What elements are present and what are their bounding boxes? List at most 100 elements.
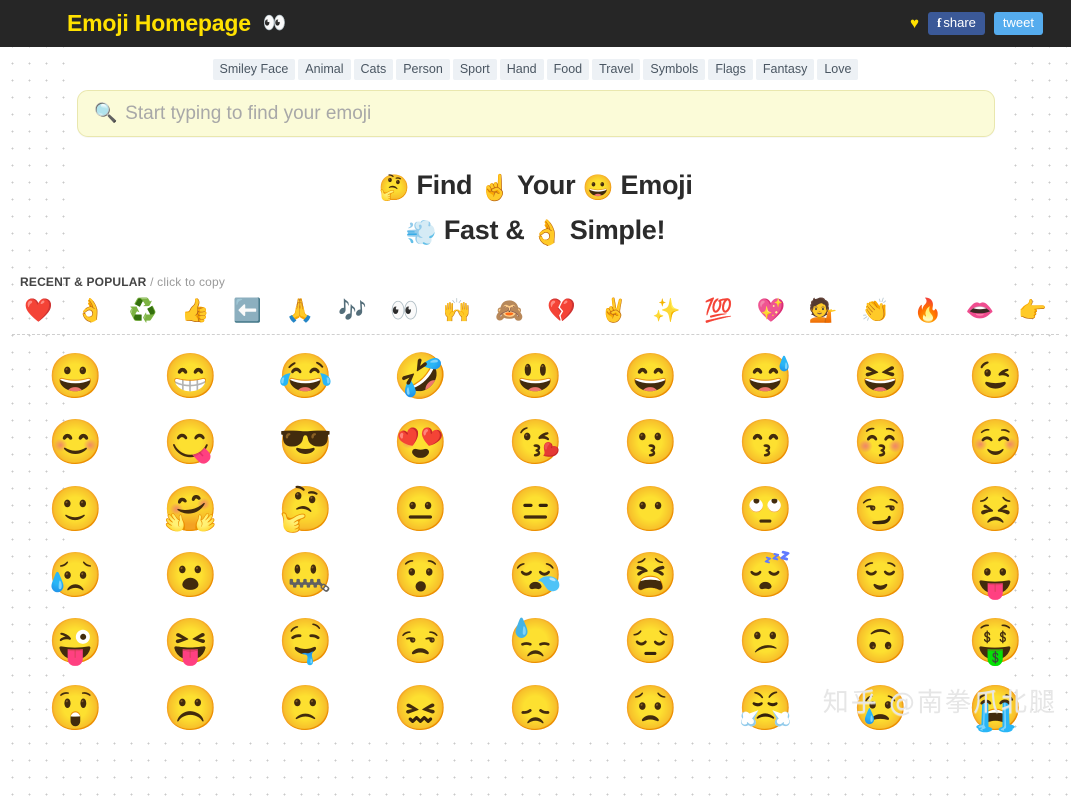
nav-item-animal[interactable]: Animal	[298, 59, 351, 80]
emoji-grid: 😀 😁 😂 🤣 😃 😄 😅 😆 😉 😊 😋 😎 😍 😘 😗 😙 😚 ☺️ 🙂 🤗…	[10, 335, 1061, 737]
emoji-cell[interactable]: 😲	[48, 681, 103, 737]
emoji-cell[interactable]: 😍	[393, 415, 448, 471]
emoji-cell[interactable]: 😪	[508, 548, 563, 604]
emoji-cell[interactable]: 😂	[278, 349, 333, 405]
emoji-cell[interactable]: ☹️	[163, 681, 218, 737]
emoji-cell[interactable]: 🤣	[393, 349, 448, 405]
emoji-cell[interactable]: 😓	[508, 614, 563, 670]
headline-word-find: Find	[416, 170, 473, 200]
emoji-cell[interactable]: 😥	[48, 548, 103, 604]
emoji-cell[interactable]: 😒	[393, 614, 448, 670]
recent-emoji-fire[interactable]: 🔥	[914, 295, 943, 326]
emoji-cell[interactable]: 😯	[393, 548, 448, 604]
recent-emoji-heart[interactable]: ❤️	[24, 295, 53, 326]
recent-emoji-victory-hand[interactable]: ✌️	[600, 295, 629, 326]
search-input[interactable]	[125, 102, 978, 125]
emoji-cell[interactable]: 😑	[508, 482, 563, 538]
emoji-cell[interactable]: 😀	[48, 349, 103, 405]
emoji-cell[interactable]: 🙁	[278, 681, 333, 737]
emoji-cell[interactable]: 😃	[508, 349, 563, 405]
ok-hand-icon: 👌	[531, 218, 563, 247]
emoji-cell[interactable]: 🤐	[278, 548, 333, 604]
recent-emoji-hundred-points[interactable]: 💯	[704, 295, 733, 326]
emoji-cell[interactable]: 😕	[738, 614, 793, 670]
nav-item-sport[interactable]: Sport	[452, 59, 497, 80]
emoji-cell[interactable]: 🙃	[853, 614, 908, 670]
nav-item-hand[interactable]: Hand	[499, 59, 544, 80]
nav-item-cats[interactable]: Cats	[353, 59, 394, 80]
nav-item-love[interactable]: Love	[817, 59, 859, 80]
emoji-cell[interactable]: 😭	[968, 681, 1023, 737]
recent-emoji-sparkles[interactable]: ✨	[652, 295, 681, 326]
headline-line-1: 🤔 Find ☝ Your 😀 Emoji	[10, 164, 1061, 209]
recent-emoji-broken-heart[interactable]: 💔	[547, 295, 576, 326]
recent-emoji-left-arrow[interactable]: ⬅️	[233, 295, 262, 326]
recent-emoji-musical-notes[interactable]: 🎶	[338, 295, 367, 326]
emoji-cell[interactable]: 🤔	[278, 482, 333, 538]
recent-emoji-folded-hands[interactable]: 🙏	[286, 295, 315, 326]
emoji-cell[interactable]: 😚	[853, 415, 908, 471]
emoji-cell[interactable]: 😅	[738, 349, 793, 405]
search-box[interactable]: 🔎	[76, 90, 995, 137]
nav-item-fantasy[interactable]: Fantasy	[755, 59, 815, 80]
recent-emoji-eyes[interactable]: 👀	[390, 295, 419, 326]
emoji-cell[interactable]: 😛	[968, 548, 1023, 604]
nav-item-food[interactable]: Food	[546, 59, 590, 80]
emoji-cell[interactable]: 😝	[163, 614, 218, 670]
emoji-cell[interactable]: 😎	[278, 415, 333, 471]
emoji-cell[interactable]: 😋	[163, 415, 218, 471]
emoji-cell[interactable]: 😊	[48, 415, 103, 471]
emoji-cell[interactable]: 😖	[393, 681, 448, 737]
category-nav: Smiley Face Animal Cats Person Sport Han…	[10, 47, 1061, 90]
recent-emoji-sparkling-heart[interactable]: 💖	[757, 295, 786, 326]
recent-emoji-pointing-right[interactable]: 👉	[1018, 295, 1047, 326]
emoji-cell[interactable]: 😟	[623, 681, 678, 737]
nav-item-person[interactable]: Person	[396, 59, 450, 80]
emoji-cell[interactable]: 😌	[853, 548, 908, 604]
emoji-cell[interactable]: 🙂	[48, 482, 103, 538]
emoji-cell[interactable]: 😮	[163, 548, 218, 604]
recent-emoji-raising-hands[interactable]: 🙌	[443, 295, 472, 326]
emoji-cell[interactable]: 🙄	[738, 482, 793, 538]
emoji-cell[interactable]: 😄	[623, 349, 678, 405]
emoji-cell[interactable]: 😶	[623, 482, 678, 538]
emoji-cell[interactable]: 😘	[508, 415, 563, 471]
recent-emoji-mouth[interactable]: 👄	[966, 295, 995, 326]
emoji-cell[interactable]: 😴	[738, 548, 793, 604]
point-up-icon: ☝	[479, 174, 511, 202]
recent-popular-hint: / click to copy	[150, 275, 226, 289]
recent-emoji-thumbs-up[interactable]: 👍	[181, 295, 210, 326]
emoji-cell[interactable]: 😐	[393, 482, 448, 538]
nav-item-symbols[interactable]: Symbols	[643, 59, 706, 80]
emoji-cell[interactable]: 😉	[968, 349, 1023, 405]
emoji-cell[interactable]: ☺️	[968, 415, 1023, 471]
emoji-cell[interactable]: 😢	[853, 681, 908, 737]
emoji-cell[interactable]: 😏	[853, 482, 908, 538]
emoji-cell[interactable]: 😙	[738, 415, 793, 471]
facebook-share-label: share	[943, 14, 976, 30]
emoji-cell[interactable]: 😁	[163, 349, 218, 405]
emoji-cell[interactable]: 🤤	[278, 614, 333, 670]
recent-emoji-clapping-hands[interactable]: 👏	[861, 295, 890, 326]
nav-item-travel[interactable]: Travel	[592, 59, 641, 80]
emoji-cell[interactable]: 😗	[623, 415, 678, 471]
emoji-cell[interactable]: 🤗	[163, 482, 218, 538]
recent-emoji-recycle[interactable]: ♻️	[129, 295, 158, 326]
emoji-cell[interactable]: 🤑	[968, 614, 1023, 670]
recent-emoji-information-desk-person[interactable]: 💁	[809, 295, 838, 326]
recent-emoji-ok-hand[interactable]: 👌	[76, 295, 105, 326]
emoji-cell[interactable]: 😔	[623, 614, 678, 670]
heart-icon[interactable]: ♥	[910, 16, 919, 31]
facebook-share-button[interactable]: f share	[928, 11, 985, 36]
main-content: Smiley Face Animal Cats Person Sport Han…	[0, 47, 1071, 737]
recent-emoji-see-no-evil-monkey[interactable]: 🙈	[495, 295, 524, 326]
emoji-cell[interactable]: 😜	[48, 614, 103, 670]
emoji-cell[interactable]: 😣	[968, 482, 1023, 538]
nav-item-flags[interactable]: Flags	[708, 59, 753, 80]
nav-item-smiley-face[interactable]: Smiley Face	[212, 59, 296, 80]
emoji-cell[interactable]: 😤	[738, 681, 793, 737]
tweet-button[interactable]: tweet	[993, 11, 1043, 36]
emoji-cell[interactable]: 😆	[853, 349, 908, 405]
emoji-cell[interactable]: 😫	[623, 548, 678, 604]
emoji-cell[interactable]: 😞	[508, 681, 563, 737]
